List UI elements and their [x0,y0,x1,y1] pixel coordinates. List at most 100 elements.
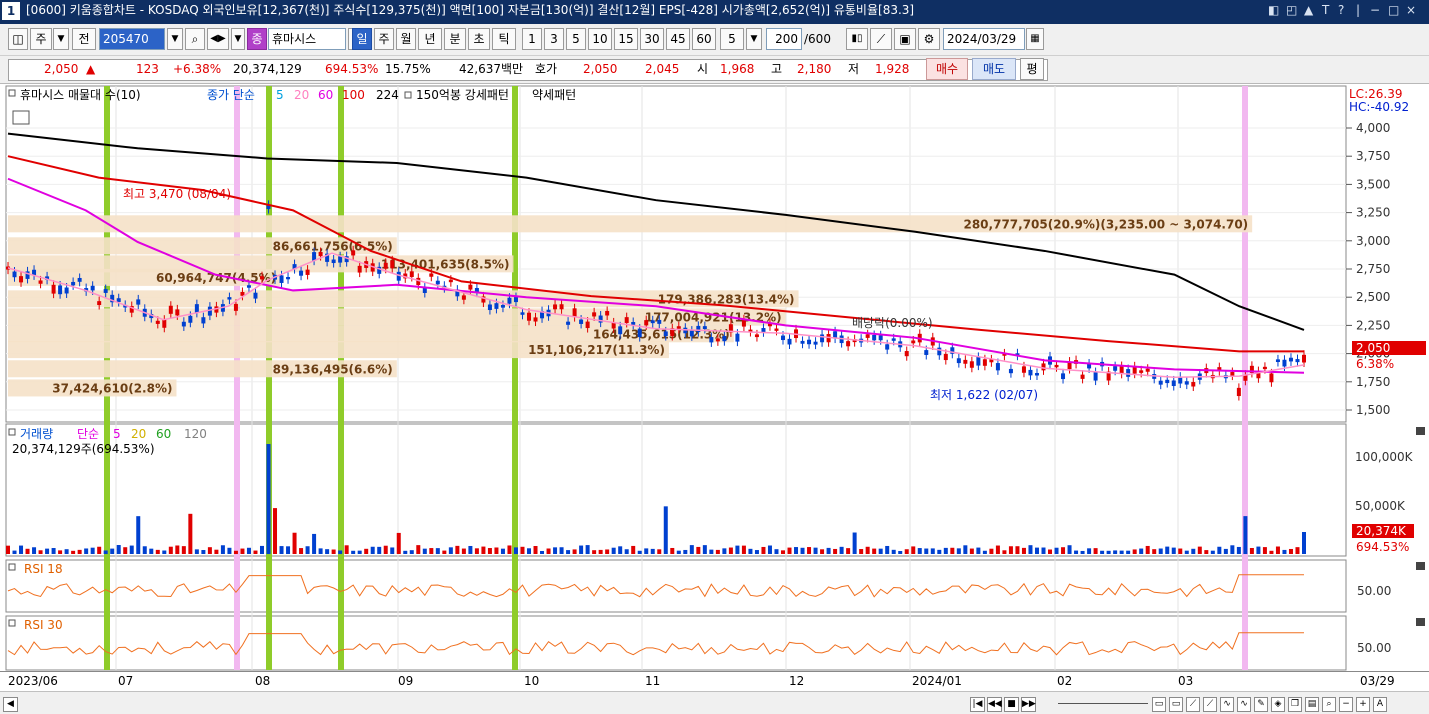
candle-body [1061,373,1066,380]
magnify-icon[interactable]: ⌕ [1322,697,1336,712]
eraser-icon[interactable]: ◈ [1271,697,1285,712]
volume-bar [741,545,746,554]
volume-bar [891,549,896,554]
gear-icon[interactable]: ⚙ [918,28,940,50]
volume-bar [611,547,616,554]
volume-bar [370,546,375,554]
minimize-icon[interactable]: − [1370,2,1380,18]
line-tool-icon[interactable]: ⟋ [870,28,892,50]
first-page-icon[interactable]: |◀ [970,697,985,712]
interval-year-button[interactable]: 년 [418,28,442,50]
wave-icon[interactable]: ∿ [1220,697,1234,712]
count-select[interactable]: 5 [720,28,744,50]
volume-bar [663,506,668,554]
font-icon[interactable]: A [1373,697,1387,712]
volume-bar [585,545,590,554]
axis-label-02: 02 [1057,674,1073,688]
num-button-45[interactable]: 45 [666,28,690,50]
search-icon[interactable]: ⌕ [185,28,205,50]
candle-body [435,280,440,285]
interval-week-button[interactable]: 주 [374,28,394,50]
num-button-60[interactable]: 60 [692,28,716,50]
volume-bar [344,545,349,554]
volume-bar [566,550,571,554]
prev-page-icon[interactable]: ◀◀ [987,697,1002,712]
volume-bar [110,548,115,554]
num-button-1[interactable]: 1 [522,28,542,50]
volume-bar [220,545,225,554]
ma100-legend: 100 [342,88,365,102]
volume-bar [155,549,160,554]
print-icon[interactable]: ▤ [1305,697,1319,712]
pattern-weak-label: 약세패턴 [532,87,576,102]
green-highlight-3 [512,86,518,670]
pin-icon[interactable]: ▲ [1304,2,1313,18]
candle-body [64,287,69,294]
interval-day-button[interactable]: 일 [352,28,372,50]
num-button-10[interactable]: 10 [588,28,612,50]
num-button-15[interactable]: 15 [614,28,638,50]
zoom-slider[interactable] [1058,703,1148,704]
layout-icon-1[interactable]: ▭ [1152,697,1166,712]
sell-button[interactable]: 매도 [972,58,1016,80]
scroll-left-icon[interactable]: ◀ [3,697,18,712]
num-button-3[interactable]: 3 [544,28,564,50]
prev-next-icon[interactable]: ◀▶ [207,28,229,50]
price-tick-label: 3,500 [1356,177,1390,191]
period-dropdown-icon[interactable]: ▼ [53,28,69,50]
draw-icon[interactable]: ⟋ [1186,697,1200,712]
calendar-icon[interactable]: ▦ [1026,28,1044,50]
candle-body [1282,359,1287,367]
period-all-button[interactable]: 전 [72,28,96,50]
list-dropdown-icon[interactable]: ▼ [231,28,245,50]
code-dropdown-icon[interactable]: ▼ [167,28,183,50]
maximize-icon[interactable]: □ [1388,2,1399,18]
save-icon[interactable]: ▣ [894,28,916,50]
restore-icon[interactable]: ◧ [1268,2,1279,18]
stock-code-input[interactable]: 205470 [99,28,165,50]
stock-chart[interactable]: 280,777,705(20.9%)(3,235.00 ~ 3,074.70) 8… [0,84,1429,690]
buy-button[interactable]: 매수 [926,58,968,80]
fib-icon[interactable]: ∿ [1237,697,1251,712]
next-page-icon[interactable]: ▶▶ [1021,697,1036,712]
table-icon[interactable] [12,110,30,125]
period-week-button[interactable]: 주 [30,28,52,50]
count-dropdown-icon[interactable]: ▼ [746,28,762,50]
zoom-out-icon[interactable]: − [1339,697,1353,712]
chart-window-icon[interactable]: ◫ [8,28,28,50]
copy-icon[interactable]: ❐ [1288,697,1302,712]
volume-bar [45,548,50,554]
date-field[interactable]: 2024/03/29 [943,28,1025,50]
volume-bar [976,547,981,554]
low-label: 저 [848,62,860,76]
profile-label-4: 179,386,283(13.4%) [658,292,795,306]
rsi18-close-icon[interactable] [1416,562,1425,570]
num-button-5[interactable]: 5 [566,28,586,50]
volume-bar [624,549,629,554]
stock-name-field[interactable]: 휴마시스 [268,28,346,50]
candle-body [253,292,258,299]
pencil-icon[interactable]: ✎ [1254,697,1268,712]
num-button-30[interactable]: 30 [640,28,664,50]
candle-body [1184,381,1189,385]
interval-tick-button[interactable]: 틱 [492,28,516,50]
text-icon[interactable]: T [1322,2,1329,18]
close-icon[interactable]: × [1406,2,1416,18]
average-button[interactable]: 평 [1020,58,1044,80]
bar-count-input[interactable]: 200 [766,28,802,50]
trend-icon[interactable]: ⟋ [1203,697,1217,712]
tile-icon[interactable]: ◰ [1286,2,1297,18]
zoom-in-icon[interactable]: + [1356,697,1370,712]
rsi30-close-icon[interactable] [1416,618,1425,626]
stop-icon[interactable]: ■ [1004,697,1019,712]
interval-minute-button[interactable]: 분 [444,28,466,50]
interval-second-button[interactable]: 초 [468,28,490,50]
volume-bar [1197,546,1202,554]
candle-type-icon[interactable]: ▮▯ [846,28,868,50]
layout-icon-2[interactable]: ▭ [1169,697,1183,712]
axis-label-07: 07 [118,674,134,688]
interval-month-button[interactable]: 월 [396,28,416,50]
help-icon[interactable]: ? [1338,2,1344,18]
volume-panel-close-icon[interactable] [1416,427,1425,435]
volume-bar [1139,548,1144,554]
